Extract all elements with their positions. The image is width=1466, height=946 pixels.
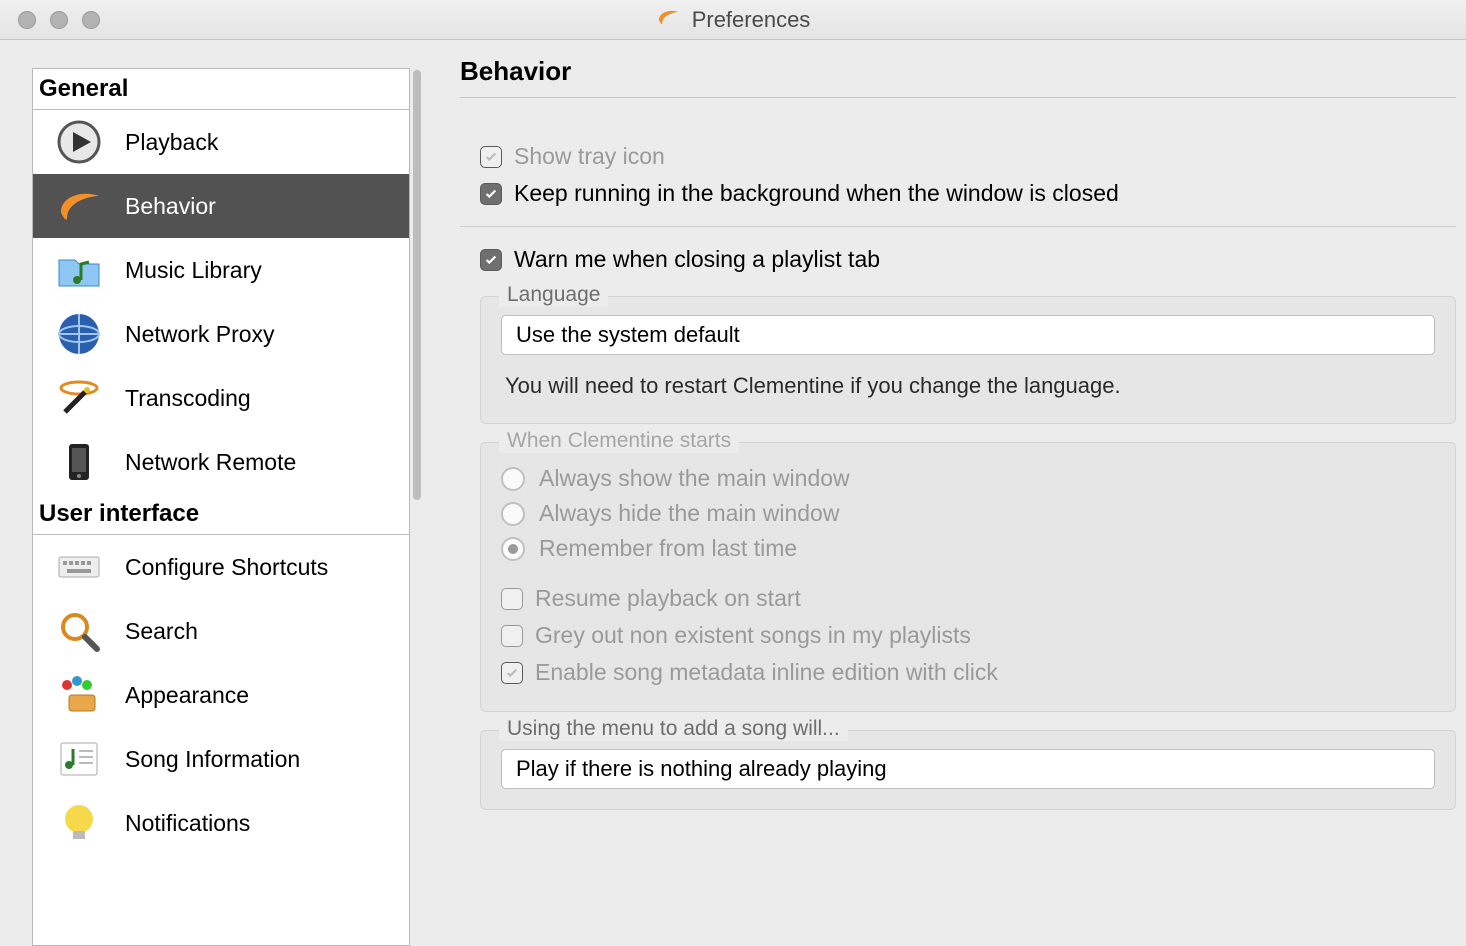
sidebar-item-label: Song Information — [125, 746, 300, 773]
add-song-select[interactable]: Play if there is nothing already playing — [501, 749, 1435, 789]
sidebar-scrollbar[interactable] — [410, 68, 424, 946]
phone-icon — [53, 436, 105, 488]
sidebar-section-general: General — [33, 69, 409, 110]
minimize-window-button[interactable] — [50, 11, 68, 29]
warn-close-playlist-checkbox[interactable] — [480, 249, 502, 271]
keep-running-checkbox[interactable] — [480, 183, 502, 205]
sidebar-item-music-library[interactable]: Music Library — [33, 238, 409, 302]
radio-button — [501, 467, 525, 491]
sidebar-item-network-proxy[interactable]: Network Proxy — [33, 302, 409, 366]
sidebar-item-label: Appearance — [125, 682, 249, 709]
radio-button — [501, 537, 525, 561]
sidebar-item-label: Behavior — [125, 193, 216, 220]
wand-icon — [53, 372, 105, 424]
language-hint: You will need to restart Clementine if y… — [501, 355, 1435, 403]
radio-label: Always show the main window — [539, 465, 850, 492]
sidebar-item-search[interactable]: Search — [33, 599, 409, 663]
warn-close-playlist-checkbox-row[interactable]: Warn me when closing a playlist tab — [460, 241, 1456, 278]
language-group: Language Use the system default You will… — [480, 296, 1456, 424]
radio-button — [501, 502, 525, 526]
sidebar-item-label: Search — [125, 618, 198, 645]
language-select[interactable]: Use the system default — [501, 315, 1435, 355]
sidebar-item-label: Notifications — [125, 810, 250, 837]
warn-close-playlist-label: Warn me when closing a playlist tab — [514, 246, 880, 273]
page-title: Behavior — [460, 56, 1456, 98]
startup-option-always-hide: Always hide the main window — [501, 496, 1435, 531]
sidebar-section-user-interface: User interface — [33, 494, 409, 535]
sidebar-item-label: Playback — [125, 129, 218, 156]
sidebar-item-label: Transcoding — [125, 385, 251, 412]
window-title: Preferences — [692, 7, 811, 33]
preferences-sidebar: General Playback Behavior Music Library — [32, 68, 410, 946]
show-tray-icon-checkbox-row: Show tray icon — [460, 138, 1456, 175]
play-icon — [53, 116, 105, 168]
sidebar-item-label: Configure Shortcuts — [125, 554, 328, 581]
sidebar-item-network-remote[interactable]: Network Remote — [33, 430, 409, 494]
radio-label: Remember from last time — [539, 535, 797, 562]
clementine-icon — [656, 4, 682, 36]
sidebar-item-transcoding[interactable]: Transcoding — [33, 366, 409, 430]
inline-edit-checkbox-row: Enable song metadata inline edition with… — [501, 654, 1435, 691]
add-song-group: Using the menu to add a song will... Pla… — [480, 730, 1456, 810]
titlebar: Preferences — [0, 0, 1466, 40]
globe-icon — [53, 308, 105, 360]
language-legend: Language — [499, 283, 608, 307]
radio-label: Always hide the main window — [539, 500, 839, 527]
sidebar-item-label: Network Proxy — [125, 321, 275, 348]
sidebar-item-label: Music Library — [125, 257, 262, 284]
show-tray-icon-checkbox — [480, 146, 502, 168]
folder-music-icon — [53, 244, 105, 296]
close-window-button[interactable] — [18, 11, 36, 29]
keep-running-label: Keep running in the background when the … — [514, 180, 1119, 207]
show-tray-icon-label: Show tray icon — [514, 143, 665, 170]
sidebar-item-playback[interactable]: Playback — [33, 110, 409, 174]
add-song-legend: Using the menu to add a song will... — [499, 717, 848, 741]
startup-group: When Clementine starts Always show the m… — [480, 442, 1456, 712]
grey-out-checkbox — [501, 625, 523, 647]
add-song-select-value: Play if there is nothing already playing — [516, 756, 887, 782]
window-controls — [0, 11, 100, 29]
sidebar-item-configure-shortcuts[interactable]: Configure Shortcuts — [33, 535, 409, 599]
sidebar-item-behavior[interactable]: Behavior — [33, 174, 409, 238]
sidebar-item-notifications[interactable]: Notifications — [33, 791, 409, 855]
inline-edit-checkbox — [501, 662, 523, 684]
clementine-icon — [53, 180, 105, 232]
grey-out-checkbox-row: Grey out non existent songs in my playli… — [501, 617, 1435, 654]
grey-out-label: Grey out non existent songs in my playli… — [535, 622, 971, 649]
startup-legend: When Clementine starts — [499, 429, 739, 453]
zoom-window-button[interactable] — [82, 11, 100, 29]
song-info-icon — [53, 733, 105, 785]
sidebar-item-appearance[interactable]: Appearance — [33, 663, 409, 727]
sidebar-item-song-information[interactable]: Song Information — [33, 727, 409, 791]
resume-playback-checkbox-row: Resume playback on start — [501, 580, 1435, 617]
startup-option-remember: Remember from last time — [501, 531, 1435, 566]
language-select-value: Use the system default — [516, 322, 740, 348]
startup-option-always-show: Always show the main window — [501, 461, 1435, 496]
appearance-icon — [53, 669, 105, 721]
sidebar-item-label: Network Remote — [125, 449, 296, 476]
resume-playback-label: Resume playback on start — [535, 585, 801, 612]
behavior-panel: Behavior Show tray icon Keep running in … — [430, 40, 1466, 946]
keep-running-checkbox-row[interactable]: Keep running in the background when the … — [460, 175, 1456, 212]
resume-playback-checkbox — [501, 588, 523, 610]
bulb-icon — [53, 797, 105, 849]
keyboard-icon — [53, 541, 105, 593]
search-icon — [53, 605, 105, 657]
inline-edit-label: Enable song metadata inline edition with… — [535, 659, 998, 686]
